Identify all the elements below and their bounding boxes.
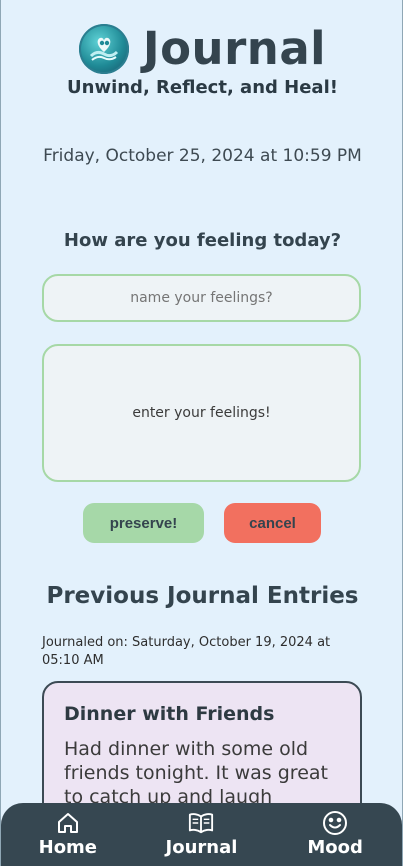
- preserve-button[interactable]: preserve!: [83, 503, 204, 543]
- feeling-prompt: How are you feeling today?: [63, 230, 342, 251]
- home-icon: [55, 811, 81, 835]
- book-icon: [188, 811, 214, 835]
- nav-item-journal[interactable]: Journal: [146, 811, 256, 858]
- feelings-textarea[interactable]: enter your feelings!: [42, 344, 361, 482]
- tagline: Unwind, Reflect, and Heal!: [67, 77, 338, 98]
- app-logo-icon: [78, 23, 129, 74]
- nav-label-journal: Journal: [165, 837, 238, 858]
- feeling-name-input[interactable]: [42, 274, 361, 322]
- current-datetime: Friday, October 25, 2024 at 10:59 PM: [43, 146, 362, 166]
- nav-item-mood[interactable]: Mood: [280, 811, 390, 858]
- nav-label-mood: Mood: [307, 837, 363, 858]
- nav-item-home[interactable]: Home: [13, 811, 123, 858]
- entry-body: Had dinner with some old friends tonight…: [64, 738, 328, 808]
- entry-title: Dinner with Friends: [64, 703, 275, 725]
- feelings-placeholder: enter your feelings!: [132, 405, 271, 421]
- app-title: Journal: [142, 22, 327, 75]
- header: Journal Unwind, Reflect, and Heal!: [1, 22, 403, 98]
- cancel-button[interactable]: cancel: [224, 503, 321, 543]
- smiley-icon: [322, 811, 348, 835]
- title-row: Journal: [1, 22, 403, 75]
- entry-timestamp: Journaled on: Saturday, October 19, 2024…: [42, 635, 331, 668]
- previous-entries-title: Previous Journal Entries: [46, 583, 359, 609]
- bottom-nav: Home Journal Mood: [1, 803, 402, 866]
- nav-label-home: Home: [38, 837, 98, 858]
